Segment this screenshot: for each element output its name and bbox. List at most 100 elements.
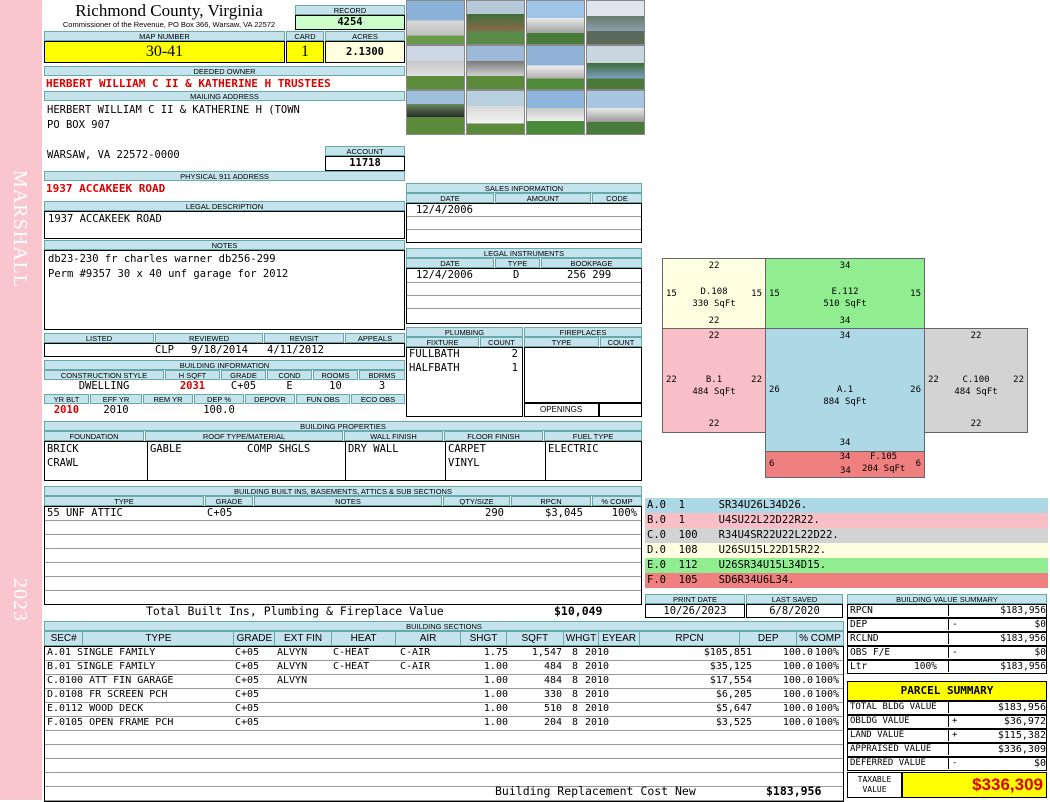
plumbing-table: FULLBATH 2 HALFBATH 1	[406, 347, 523, 417]
sketch-e112: 34 15 15 E.112 510 SqFt 34	[765, 258, 925, 329]
fuel-type: ELECTRIC	[545, 442, 599, 480]
section-cell-grade: C+05	[235, 689, 260, 700]
photo-grid	[406, 0, 646, 135]
seg-f-code: F.0	[647, 574, 666, 586]
section-cell-type: 1 SINGLE FAMILY	[65, 661, 156, 672]
section-cell-grade: C+05	[235, 647, 260, 658]
sales-h-amount: AMOUNT	[495, 193, 591, 203]
wall-finish: DRY WALL	[345, 442, 399, 480]
section-cell-shgt: 1.75	[483, 647, 508, 658]
sk-c-code: C.100	[962, 375, 990, 385]
ps-total-bldg: $183,956	[948, 702, 1046, 713]
section-cell--comp: 100%	[814, 647, 839, 658]
instruments-table: 12/4/2006 D 256 299	[406, 268, 642, 324]
section-cell-sec: C.0	[47, 675, 66, 686]
sec-h-eyear: EYEAR	[598, 631, 640, 646]
reviewed-header: REVIEWED	[155, 333, 263, 343]
plumb-count-2: 1	[511, 362, 518, 374]
sketch-a1: 34 26 26 A.1 884 SqFt 34	[765, 328, 925, 452]
bi2-h-rpcn: RPCN	[511, 496, 591, 506]
photo-3[interactable]	[526, 0, 585, 45]
builtins-table: 55 UNF ATTIC C+05 290 $3,045 100%	[44, 506, 642, 605]
bi-h-grade: GRADE	[221, 370, 266, 380]
prop-h-floor: FLOOR FINISH	[444, 431, 543, 441]
photo-1[interactable]	[406, 0, 465, 45]
section-row: D.0 108 FR SCREEN PCH C+05 1.00 330 8 2010 $6,2…	[45, 689, 843, 703]
bi-h-effyr: EFF YR	[90, 394, 142, 404]
plumb-h-count: COUNT	[480, 337, 523, 347]
sk-f-right: 6	[915, 459, 921, 469]
bi-h-cond: COND	[267, 370, 312, 380]
sk-f-bottom: 34	[840, 466, 851, 476]
section-cell-eyear: 2010	[585, 689, 610, 700]
acres-value: 2.1300	[325, 41, 405, 63]
builtins-header: BUILDING BUILT INS, BASEMENTS, ATTICS & …	[44, 486, 642, 496]
section-cell-grade: C+05	[235, 661, 260, 672]
section-cell-sqft: 204	[543, 717, 562, 728]
plumb-count-1: 2	[511, 348, 518, 360]
section-row: A.0 1 SINGLE FAMILY C+05 ALVYN C-HEAT C-AIR 1.…	[45, 647, 843, 661]
sk-e-sqft: 510 SqFt	[823, 299, 867, 309]
section-cell-dep: 100.0	[782, 717, 813, 728]
section-row	[45, 787, 843, 801]
seg-b-num: 1	[678, 514, 685, 526]
legal-description: 1937 ACCAKEEK ROAD	[44, 211, 405, 239]
section-cell-sqft: 1,547	[531, 647, 562, 658]
bi-h-depovr: DEPOVR	[245, 394, 295, 404]
seg-e-code: E.0	[647, 559, 666, 571]
roof-material: COMP SHGLS	[247, 443, 311, 455]
photo-4[interactable]	[586, 0, 645, 45]
photo-5[interactable]	[406, 45, 465, 90]
plumb-fixture-1: FULLBATH	[409, 348, 460, 360]
record-header: RECORD	[295, 5, 405, 15]
vs-rpcn: $183,956	[948, 605, 1046, 616]
photo-12[interactable]	[586, 90, 645, 135]
seg-d-path: U26SU15L22D15R22.	[718, 544, 827, 556]
reviewer: CLP	[155, 344, 174, 356]
seg-a-code: A.0	[647, 499, 666, 511]
sec-h-shgt: SHGT	[459, 631, 508, 646]
sections-header: BUILDING SECTIONS	[44, 621, 844, 631]
section-cell-dep: 100.0	[782, 689, 813, 700]
account-header: ACCOUNT	[325, 146, 405, 156]
fireplaces-table	[524, 347, 642, 403]
seg-c-path: R34U4SR22U22L22D22.	[718, 529, 839, 541]
seg-a-num: 1	[678, 499, 685, 511]
section-cell-sqft: 484	[543, 675, 562, 686]
bi-h-remyr: REM YR	[143, 394, 193, 404]
sk-f-code: F.105	[870, 452, 898, 462]
photo-8[interactable]	[586, 45, 645, 90]
ps-land-label: LAND VALUE	[850, 730, 905, 740]
sk-b-sqft: 484 SqFt	[692, 387, 736, 397]
building-info-header: BUILDING INFORMATION	[44, 360, 405, 370]
floor-2: VINYL	[448, 457, 480, 469]
card-number: 1	[286, 41, 324, 63]
properties-table: BRICK CRAWL GABLE COMP SHGLS DRY WALL CAR…	[44, 441, 642, 481]
listed-header: LISTED	[44, 333, 154, 343]
section-cell-sec: A.0	[47, 647, 66, 658]
record-value: 4254	[295, 15, 405, 30]
prop-h-foundation: FOUNDATION	[44, 431, 144, 441]
builtins-total: $10,049	[554, 604, 603, 618]
bi-rooms: 10	[329, 380, 342, 392]
prop-h-roof: ROOF TYPE/MATERIAL	[145, 431, 343, 441]
sec-h-grade: GRADE	[233, 631, 276, 646]
photo-10[interactable]	[466, 90, 525, 135]
section-cell-grade: C+05	[235, 717, 260, 728]
notes-header: NOTES	[44, 240, 405, 250]
photo-7[interactable]	[526, 45, 585, 90]
sections-body: A.0 1 SINGLE FAMILY C+05 ALVYN C-HEAT C-AIR 1.…	[44, 646, 844, 802]
acres-header: ACRES	[325, 31, 405, 41]
seg-b-path: U4SU22L22D22R22.	[718, 514, 820, 526]
photo-9[interactable]	[406, 90, 465, 135]
sk-d-top: 22	[708, 261, 720, 271]
commissioner-line: Commissioner of the Revenue, PO Box 366,…	[62, 20, 276, 29]
photo-6[interactable]	[466, 45, 525, 90]
instr-type: D	[513, 269, 520, 281]
sales-h-code: CODE	[592, 193, 642, 203]
section-cell-dep: 100.0	[782, 647, 813, 658]
photo-11[interactable]	[526, 90, 585, 135]
bi-h-yrblt: YR BLT	[44, 394, 89, 404]
photo-2[interactable]	[466, 0, 525, 45]
physical-header: PHYSICAL 911 ADDRESS	[44, 171, 405, 181]
